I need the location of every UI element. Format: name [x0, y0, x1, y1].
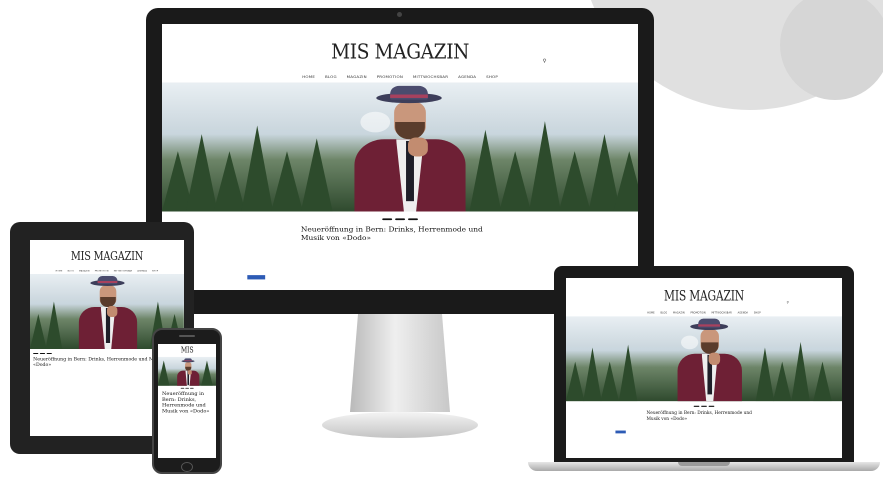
menu-item-magazin[interactable]: MAGAZIN	[673, 311, 685, 314]
post-title-mobile[interactable]: Neueröffnung in Bern: Drinks, Herrenmode…	[162, 391, 212, 414]
phone-device: MIS MAGAZIN Neueröffnung in Bern: Drinks…	[152, 328, 222, 474]
site-logo-tablet[interactable]: MIS MAGAZIN	[47, 245, 167, 267]
imac-stand-base	[322, 412, 478, 438]
responsive-devices-mockup: MIS MAGAZIN ⚲ HOME BLOG MAGAZIN PROMOTIO…	[0, 0, 883, 479]
post-title-laptop[interactable]: Neueröffnung in Bern: Drinks, Herrenmode…	[647, 410, 762, 421]
site-logo[interactable]: MIS MAGAZIN	[214, 33, 585, 71]
tag-badge[interactable]	[708, 405, 715, 407]
menu-item-shop[interactable]: SHOP	[152, 269, 158, 272]
main-menu-tablet: HOME BLOG MAGAZIN PROMOTION MITTWOCHSBAR…	[30, 267, 184, 274]
search-icon[interactable]: ⚲	[787, 301, 790, 305]
phone-screen: MIS MAGAZIN Neueröffnung in Bern: Drinks…	[158, 344, 216, 458]
phone-speaker	[179, 335, 195, 337]
menu-item-home[interactable]: HOME	[302, 74, 315, 78]
menu-item-promotion[interactable]: PROMOTION	[690, 311, 705, 314]
tag-badge[interactable]	[408, 218, 418, 221]
menu-item-blog[interactable]: BLOG	[660, 311, 667, 314]
menu-item-agenda[interactable]: AGENDA	[458, 74, 476, 78]
post-tags	[162, 218, 638, 221]
menu-item-blog[interactable]: BLOG	[325, 74, 337, 78]
tag-badge[interactable]	[701, 405, 707, 407]
tag-badge[interactable]	[33, 353, 39, 354]
tag-badge[interactable]	[190, 387, 194, 389]
search-icon[interactable]: ⚲	[543, 58, 547, 64]
menu-item-mittwochsbar[interactable]: MITTWOCHSBAR	[711, 311, 731, 314]
menu-item-home[interactable]: HOME	[56, 269, 63, 272]
menu-item-agenda[interactable]: AGENDA	[738, 311, 748, 314]
hero-image	[162, 82, 638, 212]
menu-item-magazin[interactable]: MAGAZIN	[347, 74, 367, 78]
laptop-device: MIS MAGAZIN ⚲ HOME BLOG MAGAZIN PROMOTIO…	[528, 266, 880, 474]
tag-badge[interactable]	[185, 387, 189, 389]
website-laptop: MIS MAGAZIN ⚲ HOME BLOG MAGAZIN PROMOTIO…	[566, 278, 842, 458]
top-links	[162, 24, 638, 33]
website-mobile: MIS MAGAZIN Neueröffnung in Bern: Drinks…	[158, 344, 216, 458]
website-desktop: MIS MAGAZIN ⚲ HOME BLOG MAGAZIN PROMOTIO…	[162, 24, 638, 300]
tag-badge[interactable]	[180, 387, 185, 389]
menu-item-magazin[interactable]: MAGAZIN	[79, 269, 90, 272]
site-logo-mobile[interactable]: MIS MAGAZIN	[164, 344, 209, 368]
laptop-screen: MIS MAGAZIN ⚲ HOME BLOG MAGAZIN PROMOTIO…	[566, 278, 842, 458]
menu-item-promotion[interactable]: PROMOTION	[377, 74, 403, 78]
menu-item-promotion[interactable]: PROMOTION	[95, 269, 109, 272]
tag-badge[interactable]	[693, 405, 700, 407]
tag-badge[interactable]	[395, 218, 406, 221]
hero-image-mobile	[158, 356, 216, 386]
menu-item-mittwochsbar[interactable]: MITTWOCHSBAR	[413, 74, 448, 78]
imac-camera	[397, 12, 402, 17]
tag-badge[interactable]	[39, 353, 46, 354]
post-title[interactable]: Neueröffnung in Bern: Drinks, Herrenmode…	[301, 225, 499, 242]
site-logo-laptop[interactable]: MIS MAGAZIN	[596, 284, 811, 309]
tag-badge[interactable]	[382, 218, 393, 221]
laptop-notch	[678, 462, 730, 466]
imac-screen: MIS MAGAZIN ⚲ HOME BLOG MAGAZIN PROMOTIO…	[162, 24, 638, 300]
share-button[interactable]	[615, 430, 626, 434]
share-button[interactable]	[247, 275, 266, 280]
hero-image-laptop	[566, 316, 842, 402]
imac-stand-neck	[350, 314, 450, 412]
main-menu: HOME BLOG MAGAZIN PROMOTION MITTWOCHSBAR…	[162, 70, 638, 82]
menu-item-home[interactable]: HOME	[647, 311, 654, 314]
hero-man-figure	[350, 85, 469, 212]
phone-home-button[interactable]	[181, 462, 193, 472]
tag-badge[interactable]	[46, 353, 52, 354]
menu-item-shop[interactable]: SHOP	[754, 311, 761, 314]
menu-item-mittwochsbar[interactable]: MITTWOCHSBAR	[114, 269, 132, 272]
menu-item-blog[interactable]: BLOG	[68, 269, 74, 272]
menu-item-shop[interactable]: SHOP	[486, 74, 498, 78]
menu-item-agenda[interactable]: AGENDA	[137, 269, 146, 272]
main-menu-laptop: HOME BLOG MAGAZIN PROMOTION MITTWOCHSBAR…	[566, 309, 842, 317]
